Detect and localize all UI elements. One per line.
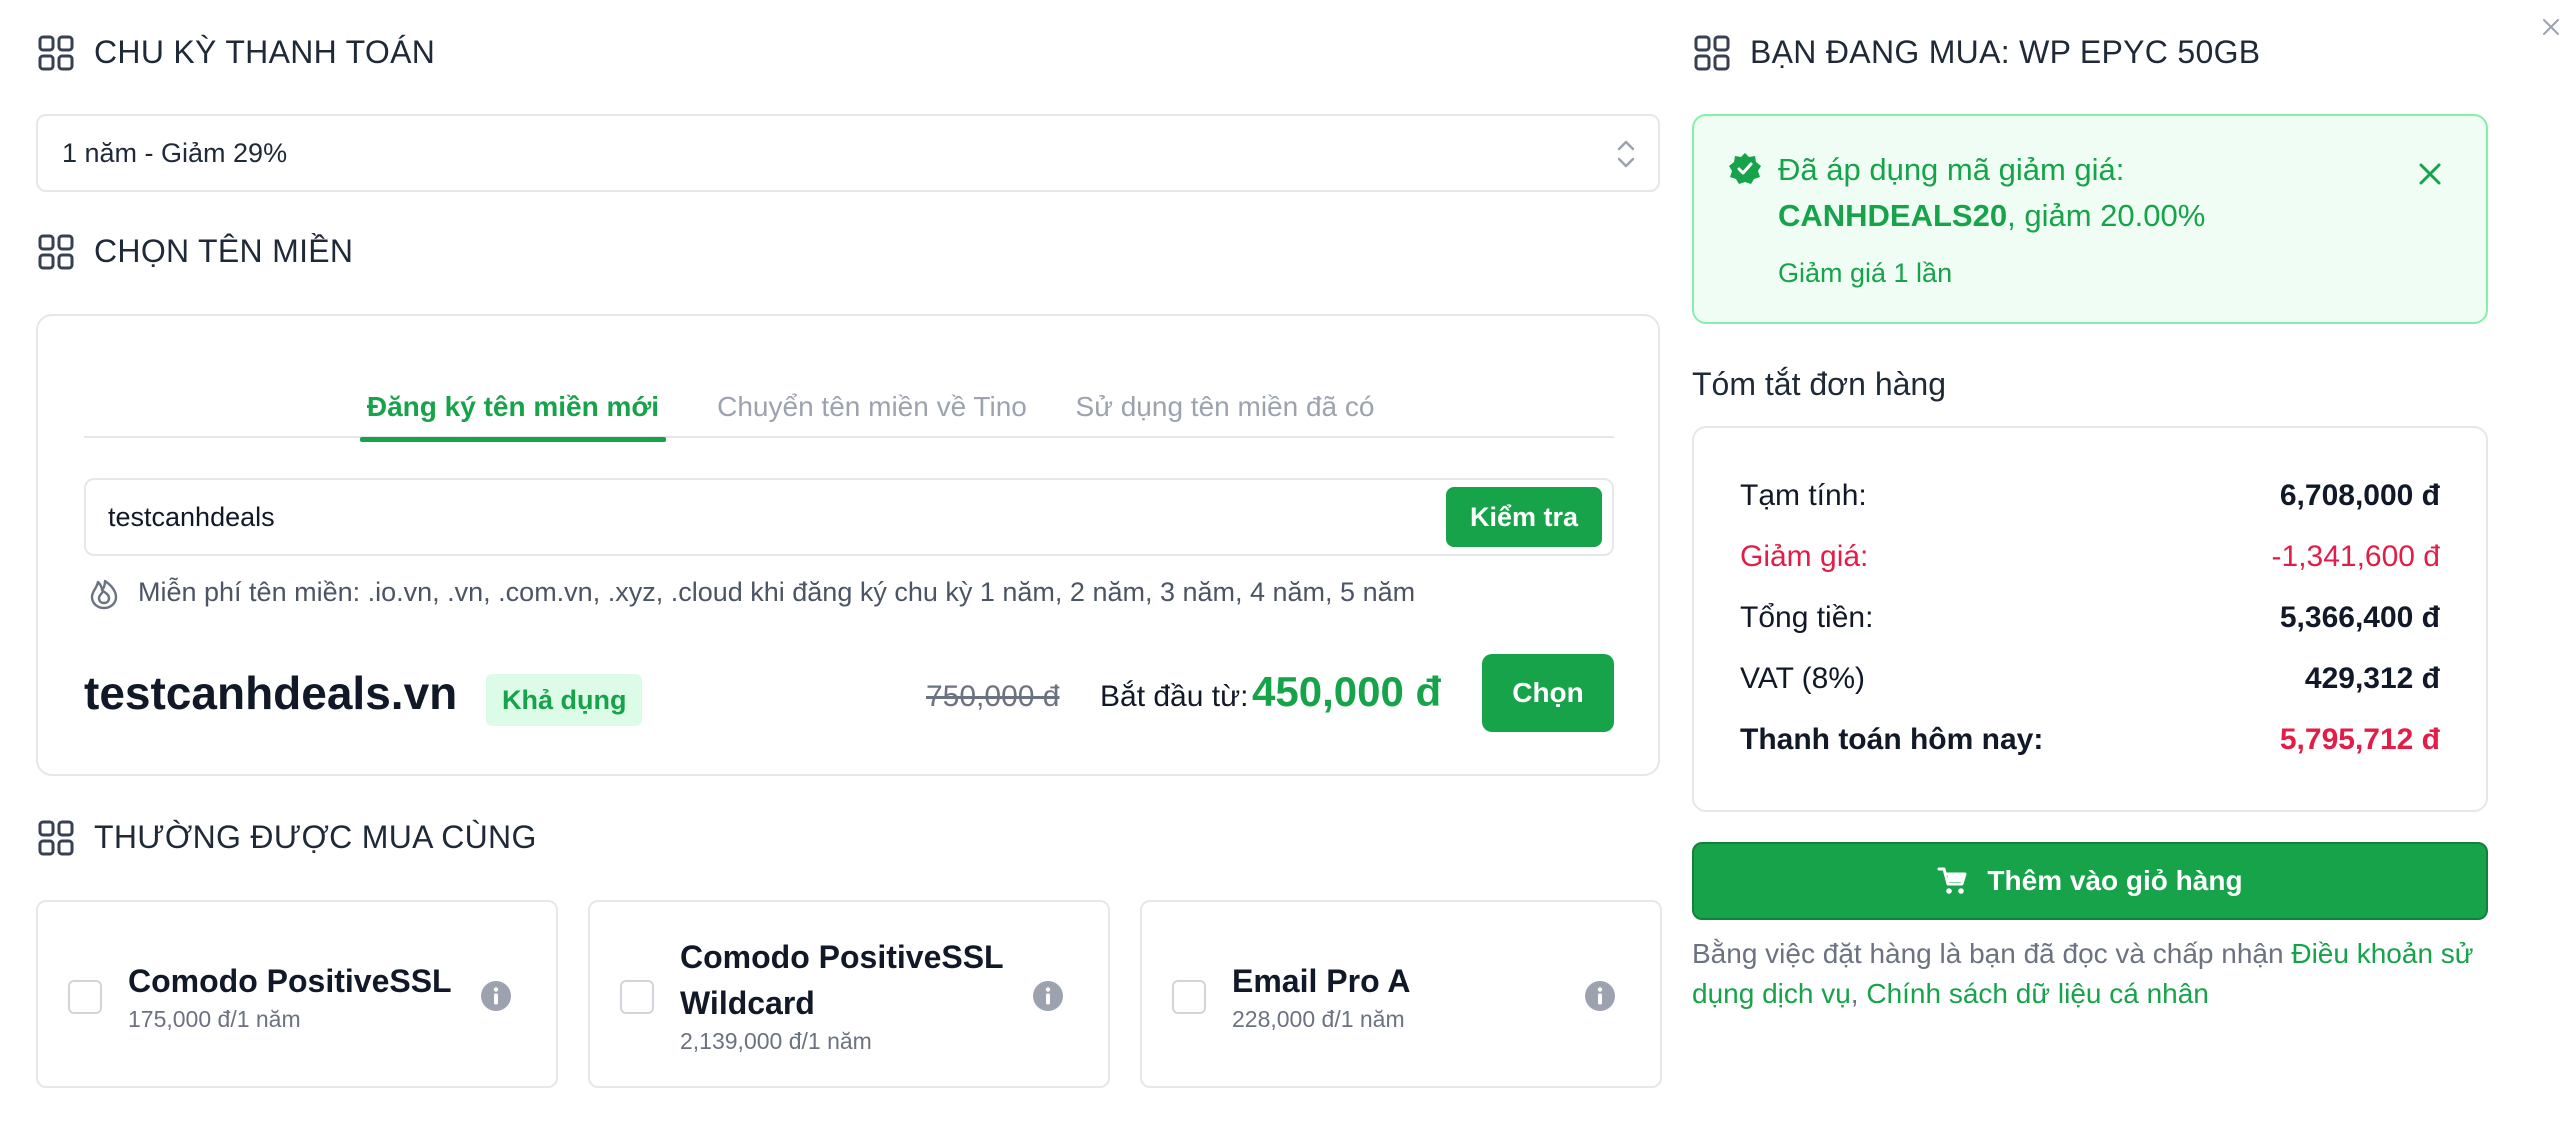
addon-price: 2,139,000 đ/1 năm xyxy=(680,1028,872,1054)
info-icon[interactable] xyxy=(1584,980,1616,1012)
tab-transfer[interactable]: Chuyển tên miền về Tino xyxy=(712,376,1032,438)
addon-checkbox[interactable] xyxy=(68,980,102,1014)
privacy-policy-link[interactable]: Chính sách dữ liệu cá nhân xyxy=(1866,978,2209,1009)
domain-card: Đăng ký tên miền mới Chuyển tên miền về … xyxy=(36,314,1660,776)
domain-start-label: Bắt đầu từ: xyxy=(1100,680,1249,713)
domain-section-header: CHỌN TÊN MIỀN xyxy=(38,233,353,270)
promo-percent: , giảm 20.00% xyxy=(2007,198,2206,233)
tab-register-new[interactable]: Đăng ký tên miền mới xyxy=(360,376,666,442)
terms-notice: Bằng việc đặt hàng là bạn đã đọc và chấp… xyxy=(1692,934,2512,1014)
domain-tabs: Đăng ký tên miền mới Chuyển tên miền về … xyxy=(84,376,1614,442)
summary-label: Thanh toán hôm nay: xyxy=(1740,723,2044,756)
addons-section-title: THƯỜNG ĐƯỢC MUA CÙNG xyxy=(94,819,537,855)
info-icon[interactable] xyxy=(1032,980,1064,1012)
summary-row-subtotal: Tạm tính: 6,708,000 đ xyxy=(1740,476,2440,516)
free-domain-note: Miễn phí tên miền: .io.vn, .vn, .com.vn,… xyxy=(84,572,1415,612)
terms-prefix: Bằng việc đặt hàng là bạn đã đọc và chấp… xyxy=(1692,938,2292,969)
promo-usage: Giảm giá 1 lần xyxy=(1778,258,1953,288)
purchase-section-header: BẠN ĐANG MUA: WP EPYC 50GB xyxy=(1694,34,2260,71)
grid-icon xyxy=(1694,35,1730,70)
summary-value: 5,795,712 đ xyxy=(2279,723,2440,756)
grid-icon xyxy=(38,35,74,70)
billing-section-header: CHU KỲ THANH TOÁN xyxy=(38,34,435,71)
billing-section-title: CHU KỲ THANH TOÁN xyxy=(94,34,436,70)
order-summary-card: Tạm tính: 6,708,000 đ Giảm giá: -1,341,6… xyxy=(1692,426,2488,812)
summary-label: Tạm tính: xyxy=(1740,479,1867,512)
free-domain-note-text: Miễn phí tên miền: .io.vn, .vn, .com.vn,… xyxy=(138,576,1416,607)
terms-separator: , xyxy=(1850,978,1867,1009)
grid-icon xyxy=(38,820,74,855)
summary-row-pay-today: Thanh toán hôm nay: 5,795,712 đ xyxy=(1740,720,2440,760)
cart-icon xyxy=(1937,867,1967,894)
summary-value: -1,341,600 đ xyxy=(2271,540,2440,573)
addon-name: Email Pro A xyxy=(1232,963,1411,999)
summary-label: VAT (8%) xyxy=(1740,662,1866,695)
addon-card[interactable]: Email Pro A 228,000 đ/1 năm xyxy=(1140,900,1662,1088)
addon-price: 228,000 đ/1 năm xyxy=(1232,1006,1405,1032)
choose-domain-button[interactable]: Chọn xyxy=(1482,654,1614,732)
summary-title: Tóm tắt đơn hàng xyxy=(1692,366,1947,402)
summary-label: Tổng tiền: xyxy=(1740,601,1874,634)
addon-checkbox[interactable] xyxy=(1172,980,1206,1014)
close-icon[interactable] xyxy=(2540,16,2560,36)
fire-icon xyxy=(90,579,118,610)
addons-section-header: THƯỜNG ĐƯỢC MUA CÙNG xyxy=(38,819,537,856)
check-domain-button[interactable]: Kiểm tra xyxy=(1446,487,1602,547)
select-chevron-icon xyxy=(1617,140,1635,168)
addon-name: Comodo PositiveSSL xyxy=(128,963,452,999)
domain-section-title: CHỌN TÊN MIỀN xyxy=(94,233,354,269)
domain-old-price: 750,000 đ xyxy=(926,680,1060,713)
add-to-cart-button[interactable]: Thêm vào giỏ hàng xyxy=(1692,842,2488,920)
addon-checkbox[interactable] xyxy=(620,980,654,1014)
addon-card[interactable]: Comodo PositiveSSL 175,000 đ/1 năm xyxy=(36,900,558,1088)
tab-use-existing[interactable]: Sử dụng tên miền đã có xyxy=(1074,376,1376,438)
summary-value: 429,312 đ xyxy=(2304,662,2440,695)
billing-cycle-value: 1 năm - Giảm 29% xyxy=(62,137,288,168)
summary-row-total: Tổng tiền: 5,366,400 đ xyxy=(1740,598,2440,638)
availability-badge: Khả dụng xyxy=(486,674,643,726)
billing-cycle-select[interactable]: 1 năm - Giảm 29% xyxy=(36,114,1660,192)
domain-new-price: 450,000 đ xyxy=(1252,668,1442,715)
promo-code: CANHDEALS20 xyxy=(1778,198,2008,233)
addon-name: Comodo PositiveSSL Wildcard xyxy=(680,939,1004,1021)
badge-check-icon xyxy=(1729,153,1761,184)
domain-result: testcanhdeals.vn Khả dụng 750,000 đ Bắt … xyxy=(84,654,1614,734)
domain-search-value: testcanhdeals xyxy=(108,501,275,532)
summary-row-vat: VAT (8%) 429,312 đ xyxy=(1740,659,2440,699)
addon-price: 175,000 đ/1 năm xyxy=(128,1006,301,1032)
domain-search-input[interactable]: testcanhdeals Kiểm tra xyxy=(84,478,1614,556)
domain-result-name: testcanhdeals.vn xyxy=(84,667,458,719)
purchase-section-title: BẠN ĐANG MUA: WP EPYC 50GB xyxy=(1750,34,2261,70)
info-icon[interactable] xyxy=(480,980,512,1012)
close-icon[interactable] xyxy=(2416,160,2444,188)
summary-value: 5,366,400 đ xyxy=(2279,601,2440,634)
addon-card[interactable]: Comodo PositiveSSL Wildcard 2,139,000 đ/… xyxy=(588,900,1110,1088)
summary-row-discount: Giảm giá: -1,341,600 đ xyxy=(1740,537,2440,577)
summary-value: 6,708,000 đ xyxy=(2279,479,2440,512)
promo-detail: CANHDEALS20, giảm 20.00% xyxy=(1778,198,2205,234)
add-to-cart-label: Thêm vào giỏ hàng xyxy=(1987,865,2243,896)
grid-icon xyxy=(38,234,74,269)
promo-alert: Đã áp dụng mã giảm giá: CANHDEALS20, giả… xyxy=(1692,114,2488,324)
promo-title: Đã áp dụng mã giảm giá: xyxy=(1778,152,2125,187)
summary-label: Giảm giá: xyxy=(1740,540,1869,573)
